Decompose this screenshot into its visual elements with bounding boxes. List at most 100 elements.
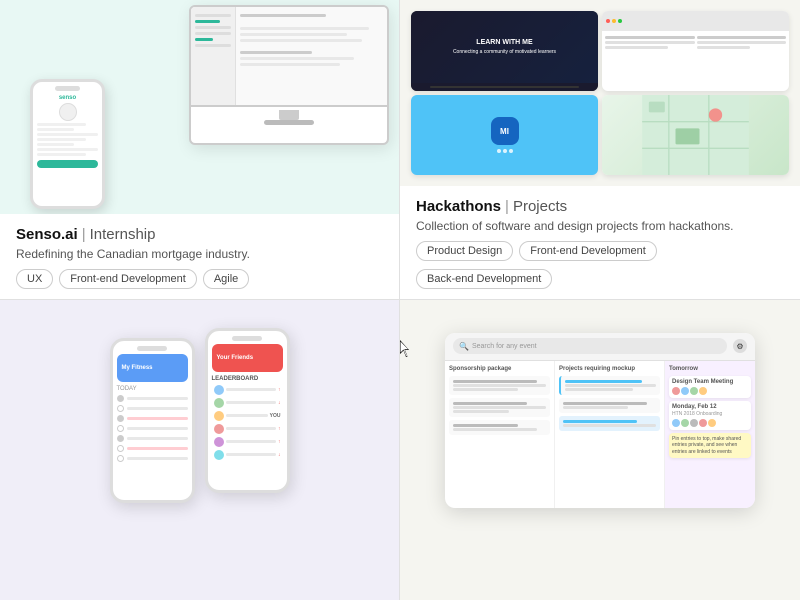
tag-frontend[interactable]: Front-end Development [519,241,657,261]
col-line [697,46,751,49]
friend-avatar [214,437,224,447]
col-header-2: Projects requiring mockup [559,366,660,372]
mi-dots [497,149,513,153]
tag-backend[interactable]: Back-end Development [416,269,552,289]
task-line [453,410,509,413]
task-line [453,402,527,405]
fitness-item [117,395,188,402]
gear-icon[interactable]: ⚙ [733,339,747,353]
col-header-3: Tomorrow [669,366,751,372]
check-done [117,395,124,402]
browser-dot [606,19,610,23]
task-topbar: 🔍 Search for any event ⚙ [445,333,755,361]
task-item [559,398,660,413]
avatar [672,387,680,395]
content-line [240,63,340,66]
avatar-circle [59,103,77,121]
hackathons-preview: LEARN WITH MEConnecting a community of m… [400,0,800,186]
card-hackathons[interactable]: LEARN WITH MEConnecting a community of m… [400,0,800,300]
item-line [127,457,188,460]
task-line [453,424,518,427]
event-title: Monday, Feb 12 [672,404,748,410]
browser-col-2 [697,34,787,88]
stand-neck [279,110,299,120]
check-done [117,415,124,422]
avatar [681,387,689,395]
task-line [453,380,537,383]
task-line [453,406,546,409]
hackathons-tags: Product Design Front-end Development Bac… [416,241,784,289]
task-line [453,388,518,391]
event-avatars [672,387,748,395]
friend-item: YOU [212,411,283,421]
map-mockup [602,95,789,175]
friend-score: ↑ [278,439,281,445]
task-col-projects: Projects requiring mockup [555,361,665,508]
task-line [453,384,546,387]
item-line [127,437,188,440]
avatar [681,419,689,427]
check-empty [117,455,124,462]
tag-product-design[interactable]: Product Design [416,241,513,261]
fitness-phone-1: My Fitness TODAY [110,338,195,503]
sidebar-line [195,14,231,17]
col-header-line [605,36,695,39]
map-svg [602,95,789,175]
fitness-list: TODAY [113,382,192,469]
sidebar-line [195,44,231,47]
mi-dot [509,149,513,153]
friend-avatar [214,385,224,395]
task-item [559,416,660,431]
tag-ux[interactable]: UX [16,269,53,289]
item-line [127,427,188,430]
sidebar-line-active [195,20,220,23]
calendar-event-2: Monday, Feb 12 HTN 2018 Onboarding [669,401,751,430]
card-senso[interactable]: senso Senso.ai|Internship Redefining the… [0,0,400,300]
card-taskmanager[interactable]: 🔍 Search for any event ⚙ Sponsorship pac… [400,300,800,600]
browser-bar [602,11,789,31]
content-line [37,123,86,126]
fitness-item [117,445,188,452]
senso-tags: UX Front-end Development Agile [16,269,383,289]
task-line [565,380,642,383]
friend-avatar [214,398,224,408]
mac-screen [191,7,387,107]
browser-col [605,34,695,88]
hackathons-info: Hackathons|Projects Collection of softwa… [400,186,800,299]
friend-avatar [214,411,224,421]
hackathons-title: Hackathons|Projects [416,198,784,215]
content-line [37,128,74,131]
fitness-item [117,425,188,432]
content-line [240,27,369,30]
avatar [699,419,707,427]
fitness-item [117,435,188,442]
tag-frontend[interactable]: Front-end Development [59,269,197,289]
fitness-preview: My Fitness TODAY [0,300,399,540]
taskmanager-preview: 🔍 Search for any event ⚙ Sponsorship pac… [400,300,800,540]
lwm-mockup: LEARN WITH MEConnecting a community of m… [411,11,598,91]
fitness-item [117,405,188,412]
friend-score: YOU [270,413,281,419]
friend-line [226,388,277,391]
task-line [563,406,628,409]
task-item [449,398,550,417]
task-search[interactable]: 🔍 Search for any event [453,338,727,354]
hackathons-desc: Collection of software and design projec… [416,219,784,233]
portfolio-grid: senso Senso.ai|Internship Redefining the… [0,0,800,600]
card-fitness[interactable]: My Fitness TODAY [0,300,400,600]
friend-item: ↑ [212,385,283,395]
friend-score: ↑ [278,387,281,393]
hack-grid: LEARN WITH MEConnecting a community of m… [405,5,795,181]
task-window: 🔍 Search for any event ⚙ Sponsorship pac… [445,333,755,508]
friend-line [226,440,277,443]
fitness-phone-2: Your Friends LEADERBOARD ↑ ↓ [205,328,290,493]
senso-title: Senso.ai|Internship [16,226,383,243]
calendar-event-1: Design Team Meeting [669,376,751,398]
friend-item: ↓ [212,398,283,408]
senso-preview: senso [0,0,399,214]
col-line [605,41,695,44]
senso-info: Senso.ai|Internship Redefining the Canad… [0,214,399,299]
tag-agile[interactable]: Agile [203,269,249,289]
task-item [449,376,550,395]
phone-screen: senso [33,93,102,170]
